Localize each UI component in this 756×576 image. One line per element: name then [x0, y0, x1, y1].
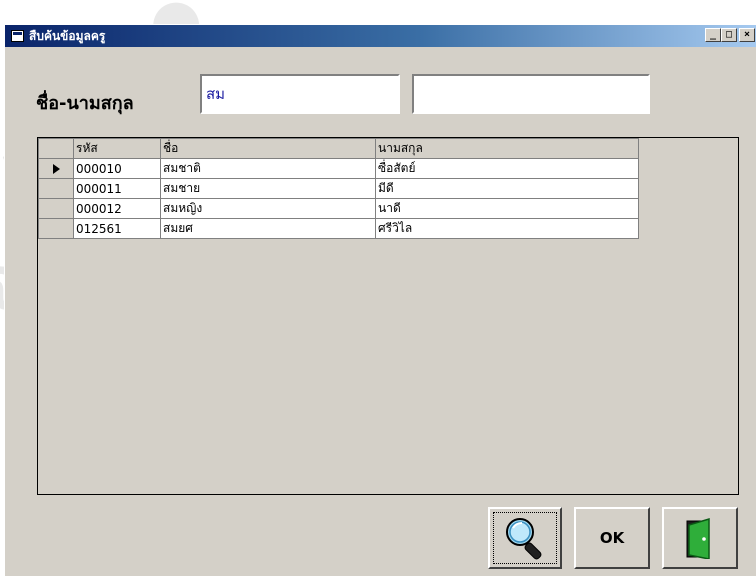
title-bar[interactable]: สืบค้นข้อมูลครู _ □ × — [5, 25, 756, 47]
row-selector[interactable] — [38, 158, 74, 179]
ok-button[interactable]: OK — [574, 507, 650, 569]
cell-last-name[interactable]: มีดี — [375, 178, 639, 199]
column-header-first-name[interactable]: ชื่อ — [160, 138, 376, 159]
results-table: รหัส ชื่อ นามสกุล 000010 สมชาติ ซื่อสัตย… — [38, 138, 639, 239]
column-header-id[interactable]: รหัส — [73, 138, 161, 159]
cell-id[interactable]: 012561 — [73, 218, 161, 239]
cell-id[interactable]: 000011 — [73, 178, 161, 199]
row-selector[interactable] — [38, 178, 74, 199]
cell-first-name[interactable]: สมยศ — [160, 218, 376, 239]
cell-last-name[interactable]: ศรีวิไล — [375, 218, 639, 239]
table-row[interactable]: 000010 สมชาติ ซื่อสัตย์ — [38, 158, 639, 179]
table-row[interactable]: 012561 สมยศ ศรีวิไล — [38, 218, 639, 239]
title-buttons: _ □ × — [705, 28, 755, 42]
row-selector[interactable] — [38, 218, 74, 239]
current-row-arrow-icon — [52, 164, 60, 174]
cell-id[interactable]: 000010 — [73, 158, 161, 179]
magnifier-icon — [506, 518, 542, 560]
window-title: สืบค้นข้อมูลครู — [29, 28, 106, 43]
name-label: ชื่อ-นามสกุล — [36, 93, 134, 114]
header-selector — [38, 138, 74, 159]
exit-door-icon — [686, 517, 710, 559]
cell-first-name[interactable]: สมชาติ — [160, 158, 376, 179]
minimize-button[interactable]: _ — [705, 28, 721, 42]
search-button[interactable] — [488, 507, 562, 569]
table-row[interactable]: 000012 สมหญิง นาดี — [38, 198, 639, 219]
cell-id[interactable]: 000012 — [73, 198, 161, 219]
last-name-input[interactable] — [412, 74, 650, 114]
close-button[interactable]: × — [739, 28, 755, 42]
window-icon — [11, 30, 24, 42]
first-name-input[interactable]: สม — [200, 74, 400, 114]
grid-header-row: รหัส ชื่อ นามสกุล — [38, 138, 639, 159]
cell-first-name[interactable]: สมชาย — [160, 178, 376, 199]
row-selector[interactable] — [38, 198, 74, 219]
exit-button[interactable] — [662, 507, 738, 569]
cell-last-name[interactable]: นาดี — [375, 198, 639, 219]
results-grid[interactable]: รหัส ชื่อ นามสกุล 000010 สมชาติ ซื่อสัตย… — [37, 137, 739, 495]
maximize-button[interactable]: □ — [721, 28, 737, 42]
column-header-last-name[interactable]: นามสกุล — [375, 138, 639, 159]
cell-first-name[interactable]: สมหญิง — [160, 198, 376, 219]
table-row[interactable]: 000011 สมชาย มีดี — [38, 178, 639, 199]
cell-last-name[interactable]: ซื่อสัตย์ — [375, 158, 639, 179]
